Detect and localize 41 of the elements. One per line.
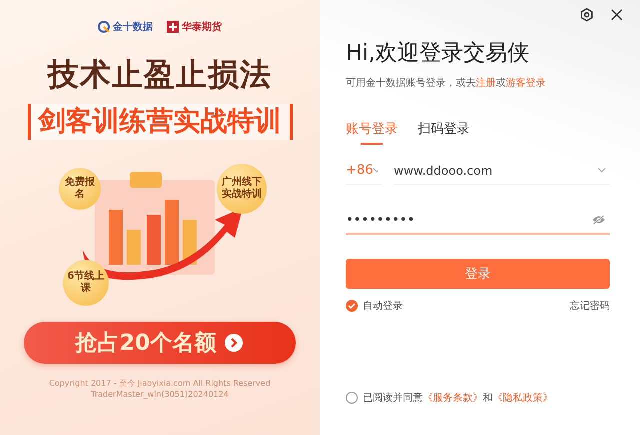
enroll-button[interactable]: 抢占20个名额 bbox=[24, 322, 296, 364]
agreement-text: 和 bbox=[483, 392, 493, 405]
promo-badge: 6节线上课 bbox=[63, 260, 109, 306]
subtitle-text: 或 bbox=[496, 76, 506, 90]
bar bbox=[147, 215, 161, 265]
settings-icon bbox=[580, 8, 594, 22]
account-field[interactable]: www.ddooo.com bbox=[394, 157, 610, 185]
promo-badge: 广州线下实战特训 bbox=[217, 164, 267, 214]
agreement-link[interactable]: 《服务条款》 bbox=[423, 391, 483, 405]
welcome-title: Hi,欢迎登录交易侠 bbox=[346, 40, 531, 68]
chevron-right-icon bbox=[224, 333, 244, 353]
subtitle-text: 可用金十数据账号登录，或去 bbox=[346, 76, 476, 90]
country-code-select[interactable]: +86 bbox=[346, 157, 382, 185]
bar bbox=[165, 200, 179, 265]
logo-text: 金十数据 bbox=[113, 20, 153, 34]
close-icon bbox=[610, 8, 624, 22]
bar bbox=[109, 210, 123, 265]
bar bbox=[127, 230, 141, 265]
subtitle-link[interactable]: 游客登录 bbox=[506, 76, 546, 90]
logo-text: 华泰期货 bbox=[182, 20, 222, 34]
eye-off-icon[interactable] bbox=[592, 215, 606, 225]
password-field[interactable]: ••••••••• bbox=[346, 207, 610, 235]
chevron-down-icon bbox=[373, 168, 378, 173]
logo-icon bbox=[167, 21, 179, 33]
copyright-text: Copyright 2017 - 至今 Jiaoyixia.com All Rights Reserved TraderMaster_win(3051)20240124 bbox=[49, 378, 271, 400]
login-tab[interactable]: 账号登录 bbox=[346, 120, 398, 145]
promo-badge: 免费报名 bbox=[59, 168, 101, 210]
agreement-text: 已阅读并同意 bbox=[363, 392, 423, 405]
agreement-link[interactable]: 《隐私政策》 bbox=[493, 391, 553, 405]
login-tab[interactable]: 扫码登录 bbox=[418, 120, 470, 145]
banner-headline: 技术止盈止损法 bbox=[48, 56, 272, 94]
checked-icon bbox=[346, 300, 358, 312]
settings-button[interactable] bbox=[580, 8, 596, 24]
login-button[interactable]: 登录 bbox=[346, 259, 610, 289]
agree-radio[interactable] bbox=[346, 392, 358, 404]
auto-login-checkbox[interactable]: 自动登录 bbox=[346, 299, 403, 313]
subtitle-link[interactable]: 注册 bbox=[476, 76, 496, 90]
logo-icon bbox=[98, 21, 110, 33]
forgot-password-link[interactable]: 忘记密码 bbox=[570, 299, 610, 313]
banner-subheadline: 剑客训练营实战特训 bbox=[28, 104, 292, 140]
chevron-down-icon bbox=[598, 168, 606, 173]
